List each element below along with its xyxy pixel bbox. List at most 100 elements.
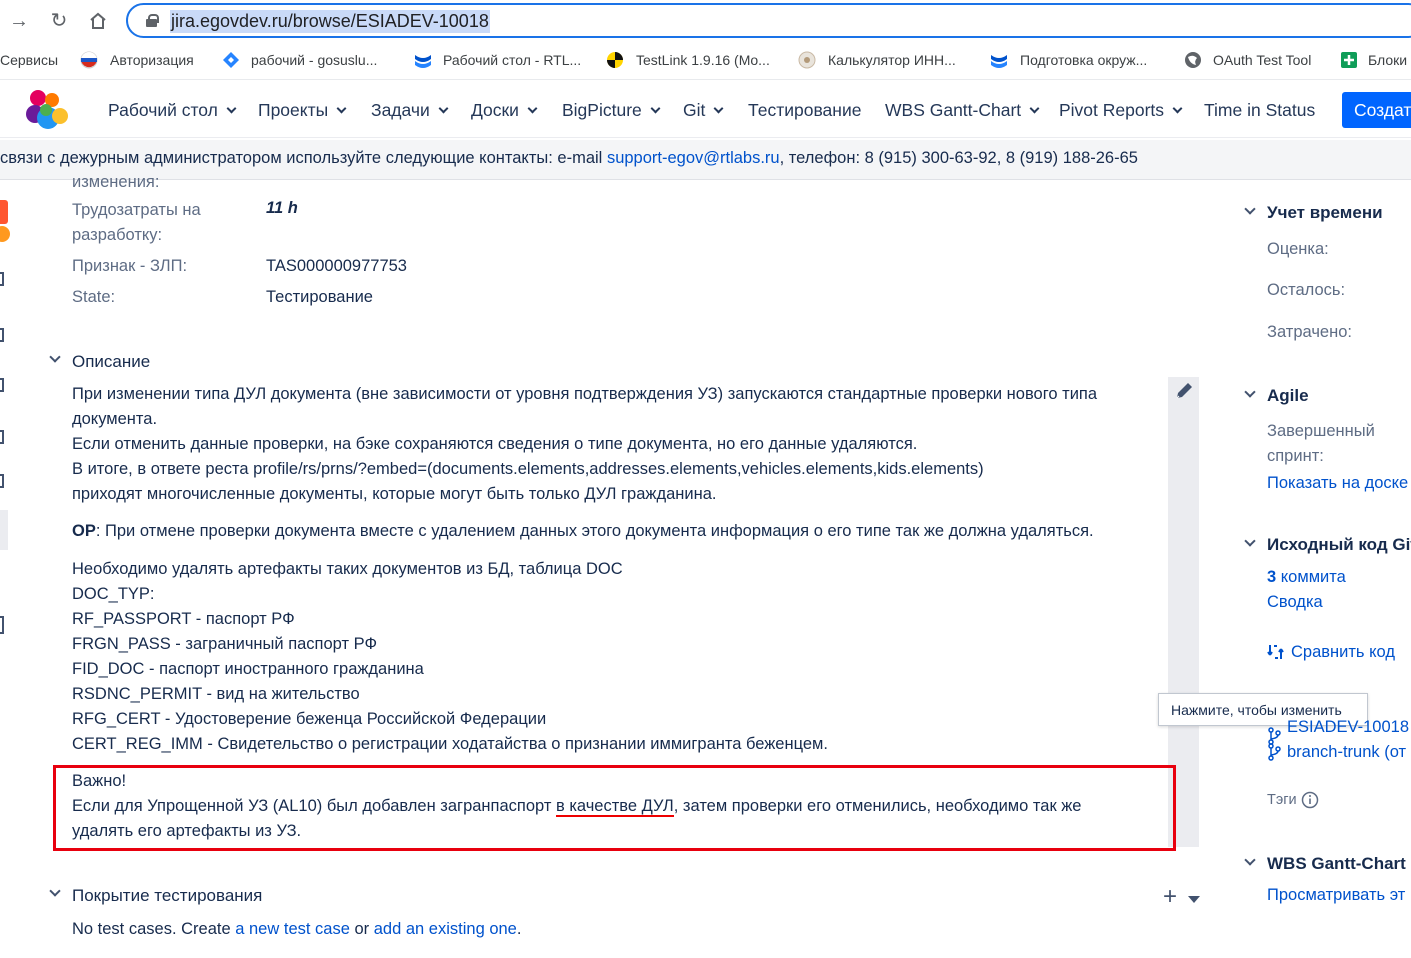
nav-testing[interactable]: Тестирование (748, 100, 861, 121)
nav-boards[interactable]: Доски (471, 100, 538, 121)
plus-block-icon (1341, 52, 1357, 68)
description-line: RF_PASSPORT - паспорт РФ (72, 610, 295, 628)
collapse-time-tracking-icon[interactable] (1244, 203, 1256, 215)
agile-heading: Agile (1267, 386, 1309, 405)
nav-bigpicture[interactable]: BigPicture (562, 100, 661, 121)
sprint-label: спринт: (1267, 447, 1324, 465)
highlight-annotation-box (53, 765, 1176, 851)
zlp-value[interactable]: TAS000000977753 (266, 257, 407, 276)
effort-value[interactable]: 11 h (266, 199, 298, 218)
branch-link[interactable]: branch-trunk (от (1287, 743, 1406, 762)
estimate-label: Оценка: (1267, 240, 1329, 258)
banner-phones: , телефон: 8 (915) 300-63-92, 8 (919) 18… (779, 149, 1138, 167)
description-line: документа. (72, 410, 158, 428)
bookmark-gosuslugi[interactable]: рабочий - gosuslu... (251, 52, 377, 68)
new-test-case-link[interactable]: a new test case (235, 920, 350, 938)
nav-issues[interactable]: Задачи (371, 100, 449, 121)
collapse-wbs-icon[interactable] (1244, 854, 1256, 866)
home-icon[interactable] (85, 8, 111, 34)
nav-dashboards[interactable]: Рабочий стол (108, 100, 237, 121)
confluence-icon (415, 55, 431, 68)
create-button[interactable]: Создат (1342, 92, 1411, 128)
spent-label: Затрачено: (1267, 323, 1352, 341)
forward-icon[interactable]: → (6, 8, 32, 34)
chevron-down-icon (1172, 103, 1183, 114)
sidebar-icon[interactable] (0, 616, 4, 634)
info-icon[interactable] (1301, 791, 1319, 809)
announcement-banner: связи с дежурным администратором использ… (0, 140, 1411, 180)
bookmark-env[interactable]: Подготовка окруж... (1020, 52, 1147, 68)
completed-sprint-label: Завершенный (1267, 422, 1375, 440)
nav-wbs-gantt[interactable]: WBS Gantt-Chart (885, 100, 1040, 121)
description-line: CERT_REG_IMM - Свидетельство о регистрац… (72, 735, 828, 753)
nav-projects[interactable]: Проекты (258, 100, 347, 121)
nav-git[interactable]: Git (683, 100, 724, 121)
confluence-icon (991, 55, 1007, 68)
chevron-down-icon (527, 103, 538, 114)
bookmark-oauth[interactable]: OAuth Test Tool (1213, 52, 1311, 68)
banner-text: связи с дежурным администратором использ… (0, 149, 607, 167)
view-on-board-link[interactable]: Показать на доске (1267, 474, 1408, 493)
url-text[interactable]: jira.egovdev.ru/browse/ESIADEV-10018 (170, 10, 490, 33)
description-line: В итоге, в ответе реста profile/rs/prns/… (72, 460, 984, 478)
sidebar-icon[interactable] (0, 474, 4, 488)
bookmark-auth[interactable]: Авторизация (110, 52, 194, 68)
chevron-down-icon (336, 103, 347, 114)
test-coverage-heading: Покрытие тестирования (72, 886, 263, 905)
summary-link[interactable]: Сводка (1267, 593, 1323, 612)
nav-time-in-status[interactable]: Time in Status (1204, 100, 1315, 121)
sidebar-icon[interactable] (0, 430, 4, 444)
bookmark-inn[interactable]: Калькулятор ИНН... (828, 52, 956, 68)
compare-code-link[interactable]: Сравнить код (1291, 643, 1395, 662)
bookmark-rtl[interactable]: Рабочий стол - RTL... (443, 52, 581, 68)
branch-link[interactable]: ESIADEV-10018 (1287, 718, 1409, 735)
description-line: RSDNC_PERMIT - вид на жительство (72, 685, 360, 703)
address-bar[interactable]: jira.egovdev.ru/browse/ESIADEV-10018 (126, 3, 1411, 38)
time-tracking-heading: Учет времени (1267, 203, 1383, 222)
remaining-label: Осталось: (1267, 281, 1346, 299)
description-line: При изменении типа ДУЛ документа (вне за… (72, 385, 1098, 403)
dropdown-caret-icon[interactable] (1188, 896, 1200, 903)
company-logo[interactable] (22, 88, 70, 132)
compare-icon (1267, 645, 1284, 659)
field-label-cut: изменения: (72, 173, 160, 188)
reload-icon[interactable]: ↻ (46, 8, 72, 34)
jira-header: Рабочий стол Проекты Задачи Доски BigPic… (0, 82, 1411, 138)
nav-pivot-reports[interactable]: Pivot Reports (1059, 100, 1183, 121)
commits-link[interactable]: 3 коммита (1267, 568, 1346, 587)
field-label-effort: Трудозатраты на разработку: (72, 201, 201, 244)
add-icon[interactable]: + (1163, 885, 1177, 909)
lock-icon (146, 14, 159, 27)
expected-result-line: ОР: При отмене проверки документа вместе… (72, 522, 1094, 540)
tags-label: Тэги (1267, 792, 1297, 808)
chevron-down-icon (650, 103, 661, 114)
bookmark-services[interactable]: Сервисы (0, 52, 58, 68)
sidebar-icon[interactable] (0, 328, 4, 342)
description-line: Необходимо удалять артефакты таких докум… (72, 560, 623, 578)
wbs-view-link[interactable]: Просматривать эт (1267, 886, 1405, 905)
collapse-git-icon[interactable] (1244, 535, 1256, 547)
russia-flag-icon (80, 51, 98, 69)
bookmark-blocks[interactable]: Блоки (1368, 52, 1407, 68)
pencil-icon[interactable] (1173, 380, 1195, 402)
chevron-down-icon (713, 103, 724, 114)
description-heading: Описание (72, 352, 151, 371)
chevron-down-icon (438, 103, 449, 114)
description-line: RFG_CERT - Удостоверение беженца Российс… (72, 710, 547, 728)
jira-diamond-icon (223, 52, 239, 68)
project-avatar[interactable] (0, 200, 8, 224)
add-existing-test-link[interactable]: add an existing one (374, 920, 517, 938)
test-coverage-text: No test cases. Create a new test case or… (72, 920, 522, 938)
bookmark-testlink[interactable]: TestLink 1.9.16 (Mo... (636, 52, 770, 68)
collapse-testing-icon[interactable] (49, 885, 61, 897)
collapse-description-icon[interactable] (49, 351, 61, 363)
collapse-agile-icon[interactable] (1244, 386, 1256, 398)
state-value[interactable]: Тестирование (266, 288, 373, 307)
description-line: FRGN_PASS - заграничный паспорт РФ (72, 635, 377, 653)
sidebar-icon[interactable] (0, 272, 4, 286)
description-line: FID_DOC - паспорт иностранного гражданин… (72, 660, 424, 678)
sidebar-active-item[interactable] (0, 510, 8, 550)
support-email-link[interactable]: support-egov@rtlabs.ru (607, 149, 780, 167)
sidebar-icon[interactable] (0, 378, 4, 392)
bookmarks-bar: Сервисы Авторизация рабочий - gosuslu...… (0, 42, 1411, 80)
